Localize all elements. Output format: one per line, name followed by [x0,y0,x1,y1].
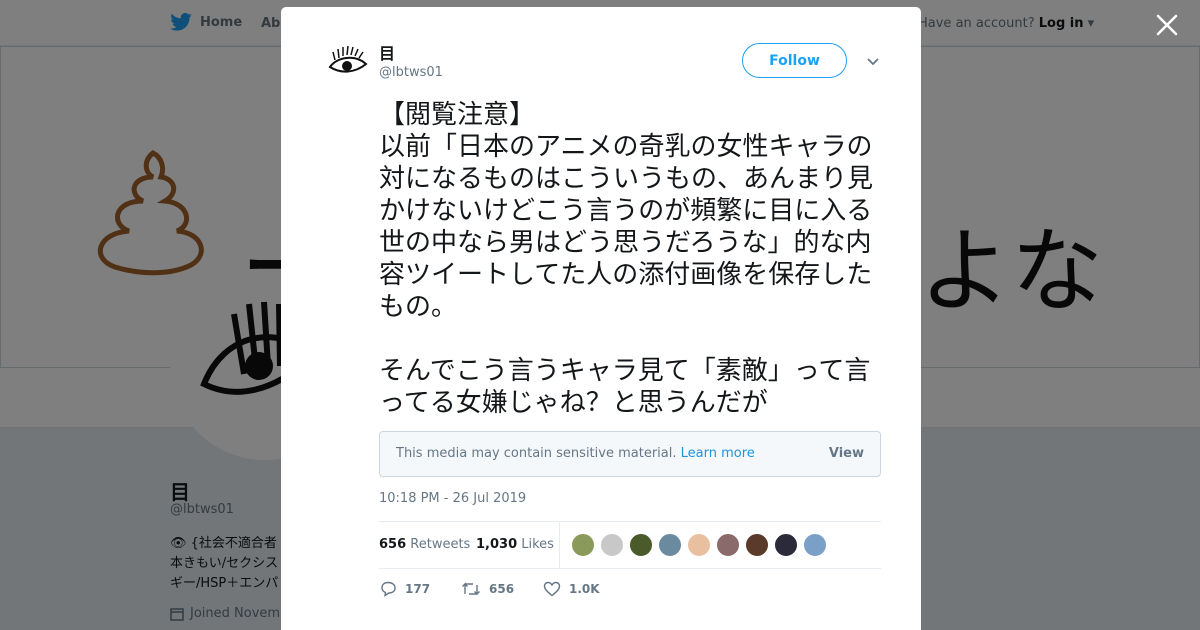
chevron-down-icon[interactable] [867,57,879,67]
sensitive-media-notice: This media may contain sensitive materia… [379,431,881,477]
sensitive-message-row: This media may contain sensitive materia… [396,446,755,461]
likes-count: 1,030 [476,537,518,552]
sensitive-message: This media may contain sensitive materia… [396,446,677,461]
liker-avatar[interactable] [658,533,682,557]
liker-avatar[interactable] [774,533,798,557]
retweets-count: 656 [379,537,407,552]
like-action[interactable]: 1.0K [543,581,625,597]
reply-icon [381,581,396,597]
retweets-label: Retweets [410,537,471,552]
likes-stat[interactable]: 1,030 Likes [476,537,554,552]
learn-more-link[interactable]: Learn more [681,446,755,461]
liker-avatar[interactable] [687,533,711,557]
tweet-text: 【閲覧注意】 以前「日本のアニメの奇乳の女性キャラの対になるものはこういうもの、… [379,100,874,418]
author-handle[interactable]: @lbtws01 [379,65,443,80]
tweet-actions: 177 656 1.0K [379,581,625,597]
tweet-timestamp[interactable]: 10:18 PM - 26 Jul 2019 [379,491,526,506]
like-count: 1.0K [569,582,600,596]
stats-divider [559,522,560,568]
liker-avatar[interactable] [803,533,827,557]
retweets-stat[interactable]: 656 Retweets [379,537,470,552]
retweet-icon [462,582,480,595]
liker-avatar[interactable] [629,533,653,557]
retweet-action[interactable]: 656 [461,581,543,597]
heart-icon [543,581,561,597]
view-media-button[interactable]: View [829,446,864,461]
tweet-stats: 656 Retweets 1,030 Likes [379,521,881,569]
liker-avatar[interactable] [745,533,769,557]
reply-count: 177 [405,582,431,596]
reply-action[interactable]: 177 [379,581,461,597]
tweet-modal: 目 @lbtws01 Follow 【閲覧注意】 以前「日本のアニメの奇乳の女性… [281,7,921,630]
retweet-count: 656 [489,582,515,596]
follow-button[interactable]: Follow [742,43,847,78]
likes-label: Likes [521,537,554,552]
author-avatar[interactable] [327,42,369,84]
liker-avatar[interactable] [716,533,740,557]
close-icon[interactable] [1155,13,1179,37]
liker-avatar[interactable] [571,533,595,557]
liker-avatars [571,533,827,557]
liker-avatar[interactable] [600,533,624,557]
author-name[interactable]: 目 [379,40,395,64]
